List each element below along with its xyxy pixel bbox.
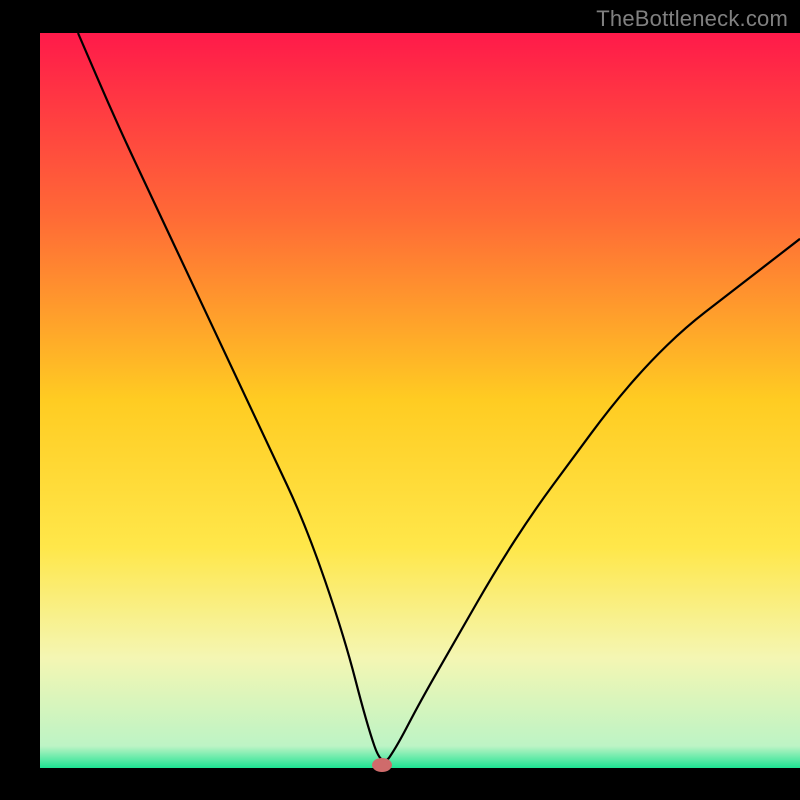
plot-background [40, 33, 800, 768]
watermark-label: TheBottleneck.com [596, 6, 788, 32]
chart-container: TheBottleneck.com [0, 0, 800, 800]
optimum-marker [372, 758, 392, 772]
bottleneck-chart [0, 0, 800, 800]
